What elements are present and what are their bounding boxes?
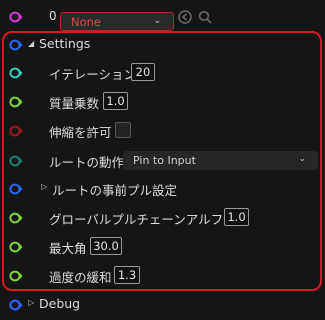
max-angle-label: 最大角 (49, 241, 87, 256)
top-index-label: 0 (49, 9, 57, 23)
green-float-pin-icon[interactable] (9, 270, 23, 282)
root-action-dropdown[interactable]: Pin to Input ⌄ (123, 151, 318, 170)
allow-stretch-checkbox[interactable] (115, 122, 131, 138)
root-prepull-label: ルートの事前プル設定 (52, 183, 178, 198)
red-bool-pin-icon[interactable] (9, 125, 23, 137)
max-angle-row: 最大角 30.0 (0, 234, 325, 258)
circle-arrow-icon[interactable] (178, 10, 192, 27)
mass-mult-label: 質量乗数 (49, 96, 100, 111)
blue-struct-pin-icon[interactable] (9, 183, 23, 195)
blue-struct-pin-icon[interactable] (9, 39, 23, 51)
green-float-pin-icon[interactable] (9, 212, 23, 224)
chevron-down-icon: ⌄ (298, 154, 306, 164)
max-angle-input[interactable]: 30.0 (90, 237, 122, 255)
triangle-right-icon[interactable]: ▷ (41, 182, 47, 191)
allow-stretch-label: 伸縮を許可 (49, 125, 112, 140)
triangle-down-icon[interactable]: ◢ (28, 39, 34, 48)
chevron-down-icon: ⌄ (153, 16, 161, 26)
green-float-pin-icon[interactable] (9, 241, 23, 253)
mass-mult-row: 質量乗数 1.0 (0, 89, 325, 113)
iteration-label: イテレーション (49, 67, 137, 82)
top-dropdown[interactable]: None ⌄ (60, 12, 174, 31)
settings-header[interactable]: ◢ Settings (0, 32, 325, 56)
settings-title: Settings (39, 36, 91, 51)
top-row: 0 None ⌄ (0, 5, 325, 31)
teal-pin-icon[interactable] (9, 67, 23, 79)
root-action-value: Pin to Input (133, 154, 196, 167)
search-icon[interactable] (198, 10, 212, 27)
over-relax-label: 過度の緩和 (49, 270, 112, 285)
green-float-pin-icon[interactable] (9, 96, 23, 108)
triangle-right-icon[interactable]: ▷ (28, 298, 34, 307)
global-alpha-input[interactable]: 1.0 (224, 208, 249, 226)
iteration-input[interactable]: 20 (131, 63, 155, 81)
dark-teal-enum-pin-icon[interactable] (9, 155, 23, 167)
debug-title: Debug (39, 296, 81, 311)
over-relax-row: 過度の緩和 1.3 (0, 263, 325, 287)
over-relax-input[interactable]: 1.3 (114, 266, 140, 284)
root-prepull-row[interactable]: ▷ ルートの事前プル設定 (0, 176, 325, 200)
global-alpha-row: グローバルプルチェーンアルファ 1.0 (0, 205, 325, 229)
root-action-label: ルートの動作 (49, 155, 125, 170)
allow-stretch-row: 伸縮を許可 (0, 118, 325, 142)
top-dropdown-value: None (71, 14, 102, 29)
blue-struct-pin-icon[interactable] (9, 299, 23, 311)
mass-mult-input[interactable]: 1.0 (103, 92, 128, 110)
debug-header[interactable]: ▷ Debug (0, 292, 325, 316)
iteration-row: イテレーション 20 (0, 60, 325, 84)
global-alpha-label: グローバルプルチェーンアルファ (49, 212, 236, 227)
magenta-struct-pin-icon[interactable] (9, 11, 23, 23)
